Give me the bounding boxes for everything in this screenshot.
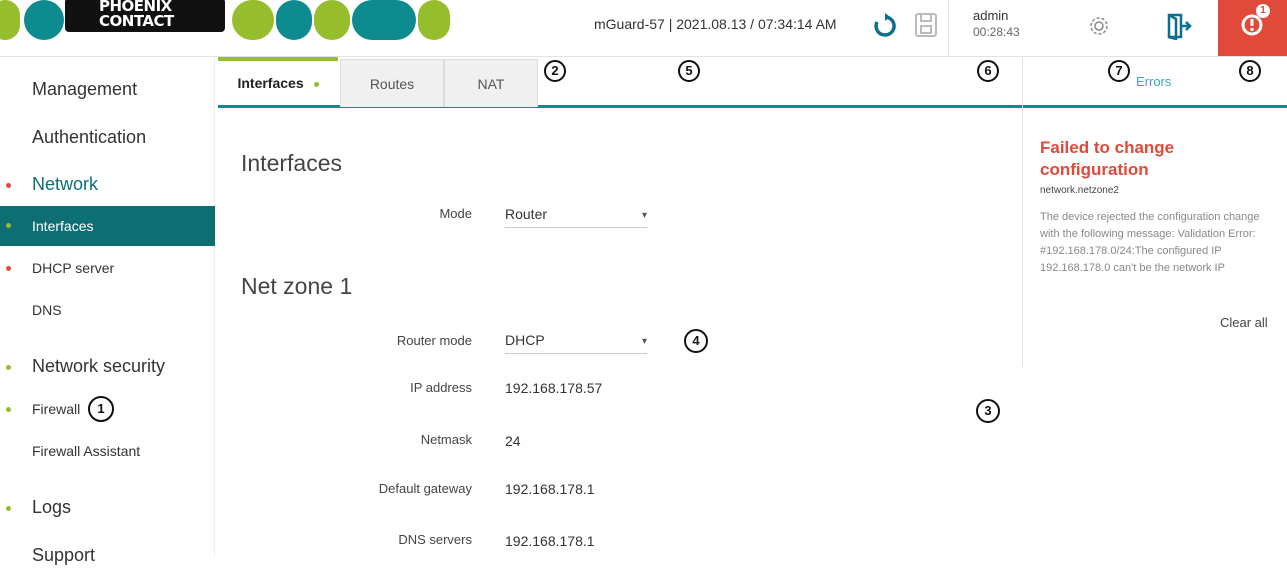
callout-6: 6 bbox=[977, 60, 999, 82]
netmask-label: Netmask bbox=[420, 432, 472, 447]
callout-7: 7 bbox=[1108, 60, 1130, 82]
status-dot bbox=[6, 223, 11, 228]
logo-pill bbox=[24, 0, 64, 40]
logo-pill bbox=[0, 0, 20, 40]
clear-all-button[interactable]: Clear all bbox=[1220, 315, 1268, 330]
status-dot bbox=[6, 407, 11, 412]
session-timer: 00:28:43 bbox=[973, 25, 1020, 39]
sidebar-item-label: Logs bbox=[32, 497, 72, 517]
default-gateway-value: 192.168.178.1 bbox=[505, 481, 595, 497]
sidebar-item-label: DNS bbox=[32, 302, 62, 318]
sidebar-item-label: Firewall bbox=[32, 401, 81, 417]
tab-label: Interfaces bbox=[237, 75, 304, 91]
status-dot bbox=[6, 266, 11, 271]
header-bar: PHOENIX CONTACT mGuard-57 | 2021.08.13 /… bbox=[0, 0, 1287, 57]
callout-3: 3 bbox=[976, 399, 1000, 423]
brand-logo: PHOENIX CONTACT bbox=[0, 0, 460, 48]
save-icon[interactable] bbox=[914, 12, 938, 43]
section-title-net-zone-1: Net zone 1 bbox=[241, 273, 353, 299]
default-gateway-label: Default gateway bbox=[378, 481, 472, 496]
dns-servers-label: DNS servers bbox=[398, 532, 472, 547]
sidebar-item-interfaces[interactable]: Interfaces bbox=[0, 206, 215, 246]
sidebar-item-management[interactable]: Management bbox=[0, 77, 215, 107]
mode-select[interactable]: Router ▾ bbox=[505, 200, 647, 228]
router-mode-select[interactable]: DHCP ▾ bbox=[505, 326, 647, 354]
chevron-down-icon: ▾ bbox=[641, 210, 647, 221]
section-title-interfaces: Interfaces bbox=[241, 150, 342, 176]
logo-pill bbox=[418, 0, 450, 40]
ip-address-label: IP address bbox=[410, 380, 472, 395]
sidebar-item-logs[interactable]: Logs bbox=[0, 495, 215, 525]
refresh-icon[interactable] bbox=[872, 13, 898, 44]
router-mode-value: DHCP bbox=[505, 332, 545, 348]
error-count-badge: 1 bbox=[1256, 4, 1270, 18]
chevron-down-icon: ▾ bbox=[641, 336, 647, 347]
status-dot bbox=[313, 81, 319, 87]
sidebar-item-authentication[interactable]: Authentication bbox=[0, 125, 215, 155]
sidebar-item-label: Network security bbox=[32, 356, 166, 376]
sidebar-item-label: Authentication bbox=[32, 127, 147, 147]
sidebar-item-label: Network bbox=[32, 174, 99, 194]
sidebar-item-label: Support bbox=[32, 545, 96, 565]
tab-label: NAT bbox=[477, 76, 505, 92]
error-button[interactable]: 1 bbox=[1218, 0, 1287, 56]
tab-interfaces[interactable]: Interfaces bbox=[218, 57, 338, 105]
error-message-body: The device rejected the configuration ch… bbox=[1040, 211, 1260, 274]
tab-nat[interactable]: NAT bbox=[444, 59, 538, 107]
errors-panel: 7 Errors 8 Failed to change configuratio… bbox=[1022, 57, 1287, 367]
logo-pill bbox=[352, 0, 416, 40]
status-dot bbox=[6, 506, 11, 511]
router-mode-label: Router mode bbox=[396, 333, 472, 348]
brand-name: PHOENIX CONTACT bbox=[65, 0, 225, 32]
callout-5: 5 bbox=[678, 60, 700, 82]
user-session[interactable]: admin 00:28:43 bbox=[948, 0, 1028, 56]
mode-label: Mode bbox=[439, 206, 472, 221]
callout-4: 4 bbox=[684, 329, 708, 353]
sidebar-item-label: Management bbox=[32, 79, 138, 99]
sidebar-nav: Management Authentication Network Interf… bbox=[0, 57, 215, 565]
tab-label: Routes bbox=[369, 76, 415, 92]
status-dot bbox=[6, 183, 11, 188]
logo-pill bbox=[276, 0, 312, 40]
device-info: mGuard-57 | 2021.08.13 / 07:34:14 AM bbox=[594, 16, 837, 32]
sidebar-item-label: DHCP server bbox=[32, 260, 115, 276]
errors-title[interactable]: Errors bbox=[1136, 74, 1171, 89]
sidebar-item-label: Firewall Assistant bbox=[32, 443, 141, 459]
sidebar-item-network[interactable]: Network bbox=[0, 172, 215, 202]
user-name: admin bbox=[973, 8, 1009, 23]
logout-icon[interactable] bbox=[1166, 12, 1192, 45]
status-dot bbox=[6, 365, 11, 370]
dns-servers-value: 192.168.178.1 bbox=[505, 533, 595, 549]
callout-8: 8 bbox=[1239, 60, 1261, 82]
mode-value: Router bbox=[505, 206, 548, 222]
sidebar-item-network-security[interactable]: Network security bbox=[0, 354, 215, 384]
callout-2: 2 bbox=[544, 60, 566, 82]
tab-bar: Interfaces Routes NAT 2 5 6 bbox=[218, 57, 1023, 108]
sidebar-item-support[interactable]: Support bbox=[0, 543, 215, 573]
sidebar-item-dhcp-server[interactable]: DHCP server bbox=[0, 260, 215, 284]
logo-pill bbox=[232, 0, 274, 40]
tab-routes[interactable]: Routes bbox=[340, 59, 444, 107]
sidebar-item-firewall-assistant[interactable]: Firewall Assistant bbox=[0, 443, 215, 467]
sidebar-item-label: Interfaces bbox=[32, 218, 94, 234]
netmask-value: 24 bbox=[505, 433, 521, 449]
sidebar-item-dns[interactable]: DNS bbox=[0, 302, 215, 326]
error-message-title: Failed to change configuration bbox=[1040, 138, 1175, 179]
callout-1: 1 bbox=[88, 396, 114, 422]
errors-header: 7 Errors 8 bbox=[1023, 57, 1287, 108]
logo-pill bbox=[314, 0, 350, 40]
settings-icon[interactable] bbox=[1088, 15, 1110, 42]
ip-address-value: 192.168.178.57 bbox=[505, 380, 603, 396]
error-path: network.netzone2 bbox=[1040, 185, 1119, 196]
